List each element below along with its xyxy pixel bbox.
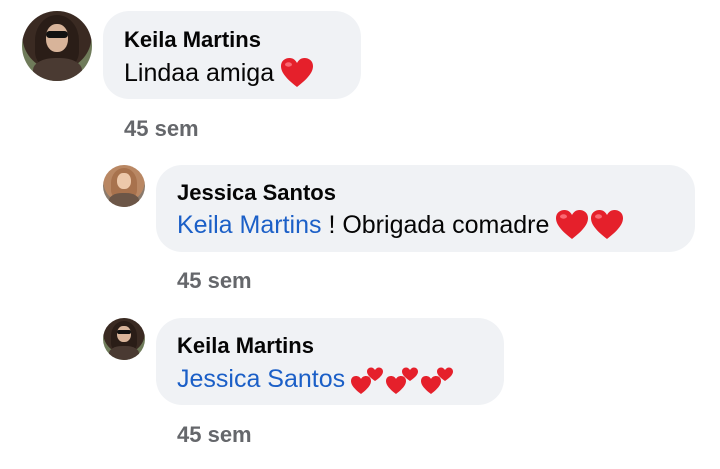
comment-timestamp[interactable]: 45 sem xyxy=(177,268,252,294)
comment-author[interactable]: Keila Martins xyxy=(177,333,314,359)
avatar-face xyxy=(117,325,131,343)
comment-author[interactable]: Jessica Santos xyxy=(177,180,336,206)
comment-message: Lindaa amiga xyxy=(124,58,275,87)
comment-timestamp[interactable]: 45 sem xyxy=(124,116,199,142)
avatar-face xyxy=(117,172,131,190)
red-heart-icon xyxy=(556,210,589,239)
avatar[interactable] xyxy=(22,11,92,81)
mention-link[interactable]: Keila Martins xyxy=(177,211,322,240)
comment-message: ! Obrigada comadre xyxy=(321,210,550,239)
avatar-body xyxy=(109,346,139,360)
comment-text: Jessica Santos xyxy=(177,362,455,396)
two-hearts-icon xyxy=(421,367,454,394)
comment-text: Keila Martins ! Obrigada comadre xyxy=(177,209,624,241)
comment-author[interactable]: Keila Martins xyxy=(124,27,261,53)
sunglasses-icon xyxy=(117,329,131,334)
red-heart-icon xyxy=(591,210,624,239)
sunglasses-icon xyxy=(45,30,69,38)
avatar[interactable] xyxy=(103,165,145,207)
avatar-face xyxy=(45,23,69,52)
two-hearts-icon xyxy=(351,367,384,394)
avatar-body xyxy=(32,57,82,81)
mention-link[interactable]: Jessica Santos xyxy=(177,365,345,394)
two-hearts-icon xyxy=(386,367,419,394)
comment-timestamp[interactable]: 45 sem xyxy=(177,422,252,448)
avatar-body xyxy=(109,193,139,207)
avatar[interactable] xyxy=(103,318,145,360)
comment-text: Lindaa amiga xyxy=(124,57,314,89)
red-heart-icon xyxy=(281,58,314,87)
